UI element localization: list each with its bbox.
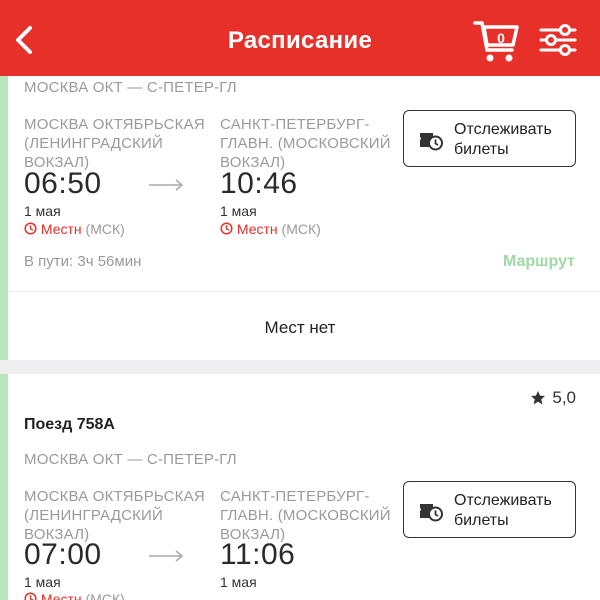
arrival-station: САНКТ-ПЕТЕРБУРГ- ГЛАВН. (МОСКОВСКИЙ ВОКЗ… [220,116,391,171]
route-label: МОСКВА ОКТ — С-ПЕТЕР-ГЛ [24,451,237,468]
train-card[interactable]: МОСКВА ОКТ — С-ПЕТЕР-ГЛ МОСКВА ОКТЯБРЬСК… [0,76,600,360]
arrival-date: 1 мая [220,574,257,590]
cart-count-badge: 0 [497,30,505,46]
arrow-right-icon [149,179,184,191]
track-button-label: Отслеживать [454,121,552,138]
clock-icon [24,592,37,600]
divider [8,291,600,292]
track-button-label: билеты [454,141,509,158]
star-icon [531,391,546,405]
departure-time: 07:00 [24,538,102,571]
travel-time: В пути: 3ч 56мин [24,253,142,270]
filter-settings-icon[interactable] [538,22,578,58]
departure-timezone: Местн (МСК) [24,591,125,600]
track-button-label: Отслеживать [454,492,552,509]
track-tickets-button[interactable]: Отслеживать билеты [403,481,576,538]
seats-status[interactable]: Мест нет [0,318,600,338]
track-button-label: билеты [454,512,509,529]
ticket-clock-icon [420,133,443,151]
departure-time: 06:50 [24,167,102,200]
departure-date: 1 мая [24,574,61,590]
arrival-time: 10:46 [220,167,298,200]
arrow-right-icon [149,550,184,562]
arrival-timezone: Местн (МСК) [220,221,321,237]
route-label: МОСКВА ОКТ — С-ПЕТЕР-ГЛ [24,79,237,96]
arrival-time: 11:06 [220,538,296,571]
departure-station: МОСКВА ОКТЯБРЬСКАЯ (ЛЕНИНГРАДСКИЙ ВОКЗАЛ… [24,488,205,543]
ticket-clock-icon [420,504,443,522]
train-rating: 5,0 [530,388,576,408]
app-header: Расписание 0 [0,0,600,76]
arrival-station: САНКТ-ПЕТЕРБУРГ- ГЛАВН. (МОСКОВСКИЙ ВОКЗ… [220,488,391,543]
departure-timezone: Местн (МСК) [24,221,125,237]
clock-icon [220,222,233,235]
arrival-date: 1 мая [220,203,257,219]
train-name: Поезд 758А [24,416,115,433]
card-status-stripe [0,374,8,600]
train-card[interactable]: 5,0 Поезд 758А МОСКВА ОКТ — С-ПЕТЕР-ГЛ М… [0,374,600,600]
route-link[interactable]: Маршрут [503,253,575,271]
track-tickets-button[interactable]: Отслеживать билеты [403,110,576,167]
departure-station: МОСКВА ОКТЯБРЬСКАЯ (ЛЕНИНГРАДСКИЙ ВОКЗАЛ… [24,116,205,171]
clock-icon [24,222,37,235]
departure-date: 1 мая [24,203,61,219]
